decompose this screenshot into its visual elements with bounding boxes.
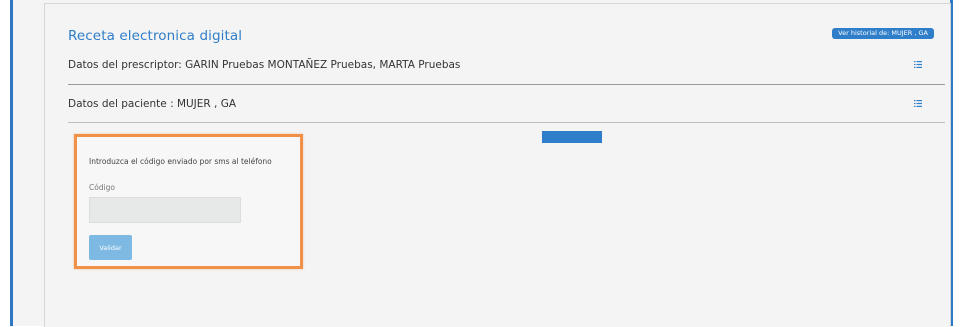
patient-row: Datos del paciente : MUJER , GA [68,98,934,118]
divider [68,122,945,123]
progress-bar [542,131,602,143]
prescriber-label: Datos del prescriptor: GARIN Pruebas MON… [68,59,461,71]
app-frame: Receta electronica digital Ver historial… [10,0,953,327]
sms-instruction: Introduzca el código enviado por sms al … [89,157,272,166]
patient-label: Datos del paciente : MUJER , GA [68,98,237,110]
view-history-button[interactable]: Ver historial de: MUJER , GA [832,28,934,39]
sms-verification-form: Introduzca el código enviado por sms al … [74,134,303,269]
code-input[interactable] [89,197,241,223]
divider [68,84,945,85]
prescriber-row: Datos del prescriptor: GARIN Pruebas MON… [68,59,934,79]
list-icon[interactable] [914,61,922,68]
list-icon[interactable] [914,100,922,107]
code-label: Código [89,183,116,192]
page-title: Receta electronica digital [68,28,243,44]
validate-button[interactable]: Validar [89,235,132,260]
